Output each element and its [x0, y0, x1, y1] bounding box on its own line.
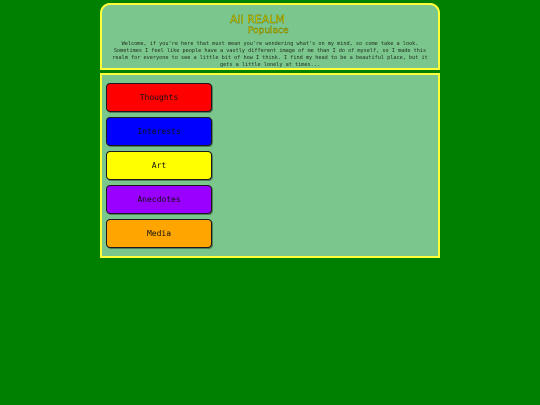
nav-button-anecdotes[interactable]: Anecdotes: [106, 185, 212, 214]
nav-button-interests[interactable]: Interests: [106, 117, 212, 146]
site-logo: All REALM Populace: [228, 7, 298, 35]
intro-text: Welcome, if you're here that must mean y…: [112, 41, 428, 68]
main-panel: Thoughts Interests Art Anecdotes Media: [100, 73, 440, 258]
header-panel: All REALM Populace Welcome, if you're he…: [100, 3, 440, 70]
nav-button-art[interactable]: Art: [106, 151, 212, 180]
logo-word-all: All REALM: [230, 13, 285, 26]
nav-menu: Thoughts Interests Art Anecdotes Media: [106, 83, 212, 253]
nav-button-thoughts[interactable]: Thoughts: [106, 83, 212, 112]
logo-word-populace: Populace: [248, 26, 289, 35]
page: All REALM Populace Welcome, if you're he…: [0, 0, 540, 405]
nav-button-media[interactable]: Media: [106, 219, 212, 248]
